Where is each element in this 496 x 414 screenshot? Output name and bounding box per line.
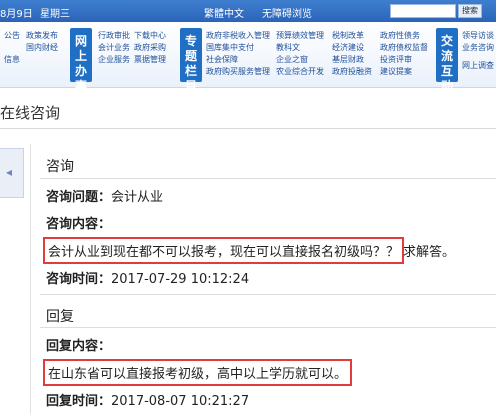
online-service-badge[interactable]: 网上办事 — [70, 28, 92, 93]
reply-time-value: 2017-08-07 10:21:27 — [111, 394, 250, 409]
nav-link[interactable]: 国内财经 — [26, 42, 58, 54]
consult-time-value: 2017-07-29 10:12:24 — [111, 272, 250, 287]
nav-link[interactable]: 政策发布 — [26, 30, 58, 42]
nav-column-1b: 政策发布 国内财经 — [26, 30, 58, 54]
side-collapse-tab[interactable]: ◂ — [0, 148, 24, 198]
traditional-chinese-link[interactable]: 繁體中文 — [204, 5, 244, 20]
nav-column-2b: 下载中心 政府采购 票据管理 — [134, 30, 166, 66]
search-input[interactable] — [390, 4, 456, 18]
nav-link[interactable]: 政府购买服务管理 — [206, 66, 270, 78]
nav-link[interactable]: 政府投融资 — [332, 66, 372, 78]
accessible-browse-link[interactable]: 无障碍浏览 — [262, 5, 312, 20]
nav-link[interactable]: 行政审批 — [98, 30, 130, 42]
consult-section-title: 咨询 — [46, 159, 74, 175]
divider — [30, 144, 31, 414]
consult-content-highlight: 会计从业到现在都不可以报考，现在可以直接报名初级吗？？ — [43, 237, 405, 264]
weekday-text: 星期三 — [40, 9, 70, 20]
nav-link[interactable]: 投资评审 — [380, 54, 428, 66]
consult-time-label: 咨询时间： — [46, 272, 112, 287]
search-button[interactable]: 搜索 — [458, 4, 482, 18]
page-title: 在线咨询 — [0, 104, 61, 122]
interaction-badge[interactable]: 交流互动 — [436, 28, 458, 93]
nav-column-3: 政府非税收入管理 国库集中支付 社会保障 政府购买服务管理 — [206, 30, 270, 78]
nav-column-2: 行政审批 会计业务 企业服务 — [98, 30, 130, 66]
divider — [0, 128, 496, 129]
nav-link[interactable]: 预算绩效管理 — [276, 30, 324, 42]
reply-time-row: 回复时间：2017-08-07 10:21:27 — [46, 390, 249, 409]
nav-link[interactable]: 社会保障 — [206, 54, 270, 66]
special-topics-badge[interactable]: 专题栏目 — [180, 28, 202, 93]
date-text: 8月9日 — [0, 9, 33, 20]
question-label: 咨询问题： — [46, 190, 112, 205]
reply-content-label: 回复内容： — [46, 339, 112, 354]
divider — [40, 178, 496, 179]
nav-link[interactable]: 建议提案 — [380, 66, 428, 78]
reply-section-title: 回复 — [46, 309, 74, 325]
nav-column-3d: 政府性债务 政府债权监督 投资评审 建议提案 — [380, 30, 428, 78]
nav-column-3c: 税制改革 经济建设 基层财政 政府投融资 — [332, 30, 372, 78]
nav-link[interactable]: 领导访谈 — [462, 30, 494, 42]
chevron-left-icon: ◂ — [6, 165, 13, 179]
nav-link[interactable]: 企业服务 — [98, 54, 130, 66]
nav-link[interactable]: 教科文 — [276, 42, 324, 54]
nav-column-1: 公告 信息 — [4, 30, 20, 66]
nav-link[interactable]: 下载中心 — [134, 30, 166, 42]
divider — [40, 294, 496, 295]
nav-link[interactable]: 业务咨询 — [462, 42, 494, 54]
nav-link[interactable]: 会计业务 — [98, 42, 130, 54]
main-navigation: 公告 信息 政策发布 国内财经 网上办事 行政审批 会计业务 企业服务 下载中心… — [0, 22, 496, 93]
nav-link[interactable]: 经济建设 — [332, 42, 372, 54]
divider — [40, 327, 496, 328]
nav-link[interactable]: 企业之窗 — [276, 54, 324, 66]
nav-link[interactable]: 税制改革 — [332, 30, 372, 42]
nav-link[interactable]: 基层财政 — [332, 54, 372, 66]
consult-time-row: 咨询时间：2017-07-29 10:12:24 — [46, 268, 249, 287]
nav-link[interactable]: 农业综合开发 — [276, 66, 324, 78]
nav-link[interactable]: 国库集中支付 — [206, 42, 270, 54]
nav-link[interactable]: 信息 — [4, 54, 20, 66]
nav-column-3b: 预算绩效管理 教科文 企业之窗 农业综合开发 — [276, 30, 324, 78]
nav-link[interactable]: 政府非税收入管理 — [206, 30, 270, 42]
nav-link[interactable]: 政府采购 — [134, 42, 166, 54]
consult-content-label: 咨询内容： — [46, 217, 112, 232]
nav-link[interactable]: 政府性债务 — [380, 30, 428, 42]
nav-link[interactable]: 网上调查 — [462, 60, 494, 72]
nav-link[interactable]: 政府债权监督 — [380, 42, 428, 54]
question-value: 会计从业 — [111, 190, 164, 205]
reply-content-highlight: 在山东省可以直接报考初级，高中以上学历就可以。 — [43, 359, 353, 386]
reply-time-label: 回复时间： — [46, 394, 112, 409]
question-row: 咨询问题：会计从业 — [46, 186, 163, 205]
consult-content-tail: 求解答。 — [403, 245, 456, 260]
nav-link[interactable]: 票据管理 — [134, 54, 166, 66]
nav-link[interactable]: 公告 — [4, 30, 20, 42]
nav-column-4: 领导访谈 业务咨询 网上调查 — [462, 30, 494, 72]
top-bar: 8月9日 星期三 繁體中文 无障碍浏览 搜索 — [0, 0, 496, 22]
